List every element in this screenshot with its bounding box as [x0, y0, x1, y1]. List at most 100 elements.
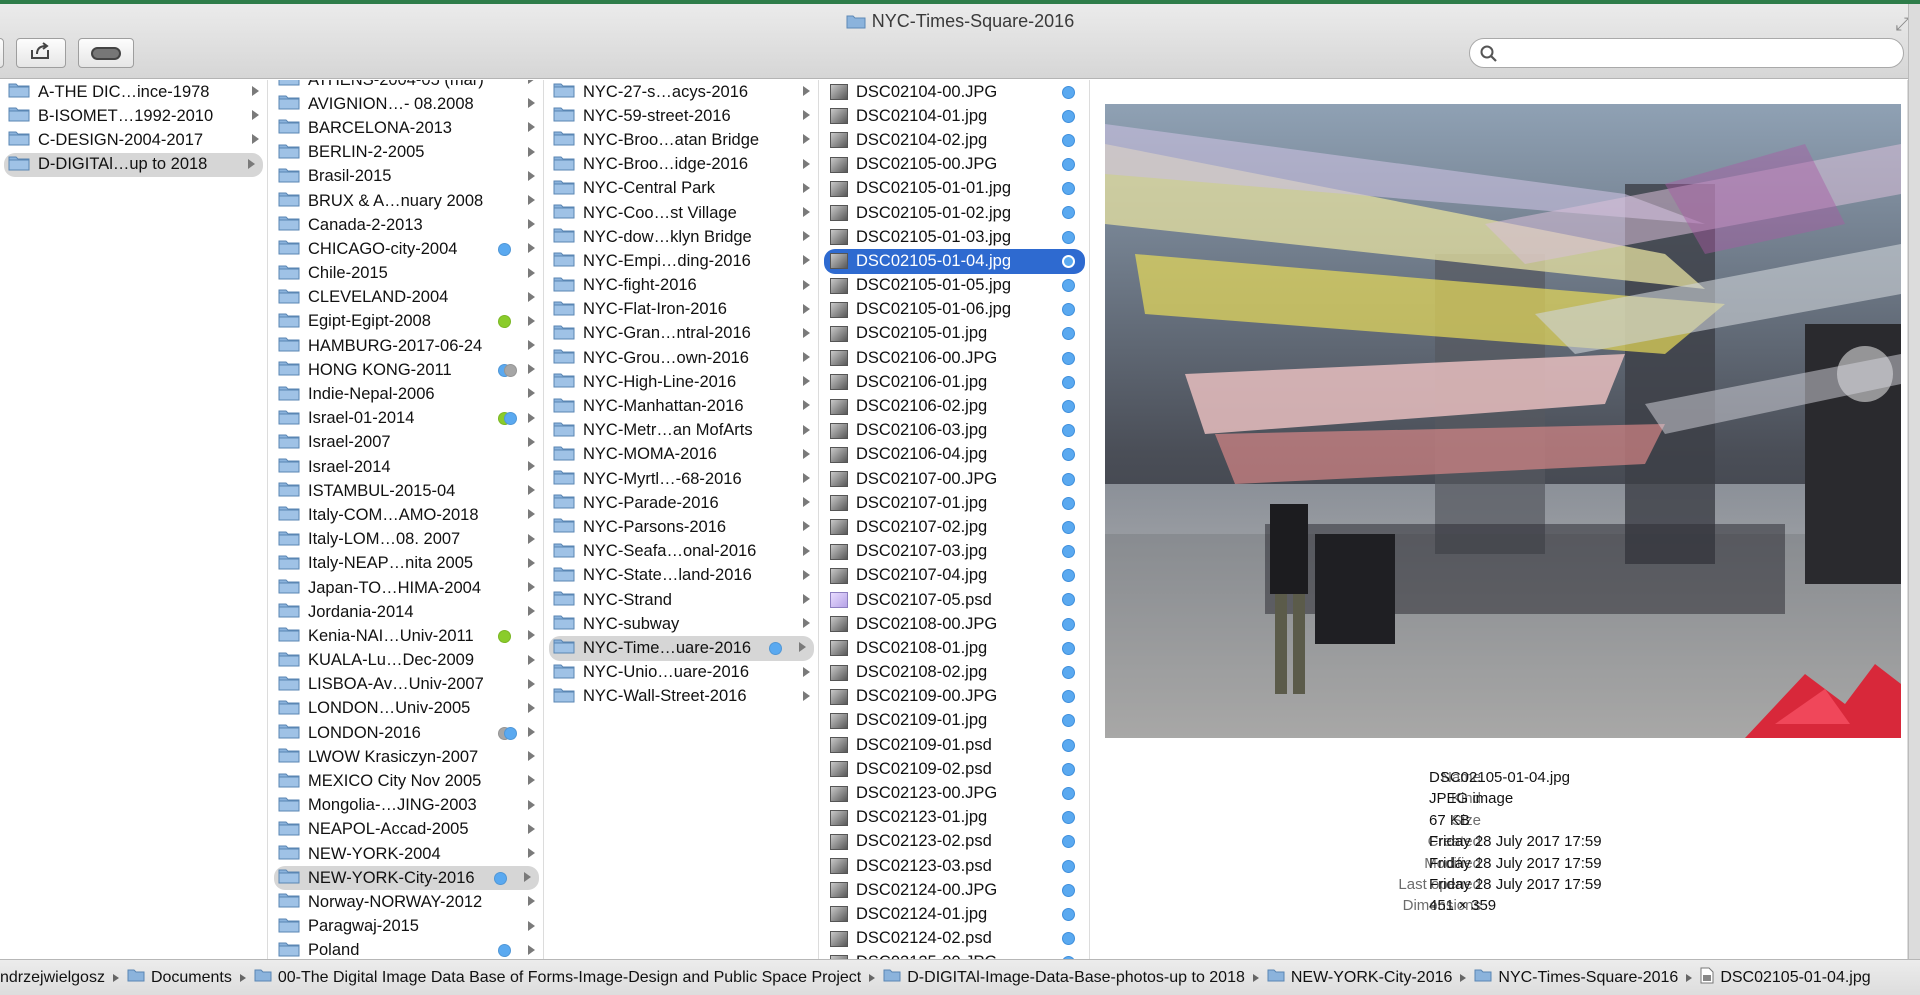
folder-item[interactable]: NYC-fight-2016 — [545, 274, 818, 298]
folder-item[interactable]: NYC-Myrtl…-68-2016 — [545, 467, 818, 491]
tag-button[interactable] — [78, 38, 134, 68]
folder-item[interactable]: LWOW Krasiczyn-2007 — [270, 745, 543, 769]
path-crumb[interactable]: ndrzejwielgosz — [0, 969, 127, 987]
file-item[interactable]: DSC02106-02.jpg — [820, 394, 1089, 418]
folder-item[interactable]: NYC-Empi…ding-2016 — [545, 249, 818, 273]
folder-item[interactable]: LONDON…Univ-2005 — [270, 697, 543, 721]
folder-item[interactable]: ATHENS-2004-05 (mar) — [270, 80, 543, 92]
folder-item[interactable]: NYC-MOMA-2016 — [545, 443, 818, 467]
search-field[interactable] — [1469, 38, 1904, 68]
folder-item[interactable]: NYC-59-street-2016 — [545, 104, 818, 128]
folder-item[interactable]: NYC-High-Line-2016 — [545, 370, 818, 394]
folder-item[interactable]: BRUX & A…nuary 2008 — [270, 189, 543, 213]
file-item[interactable]: DSC02109-02.psd — [820, 757, 1089, 781]
folder-item[interactable]: B-ISOMET…1992-2010 — [0, 104, 267, 128]
folder-item[interactable]: CHICAGO-city-2004 — [270, 237, 543, 261]
folder-item[interactable]: LISBOA-Av…Univ-2007 — [270, 673, 543, 697]
browser-column-4[interactable]: DSC02104-00.JPG DSC02104-01.jpg DSC02104-0… — [820, 80, 1090, 960]
folder-item[interactable]: NYC-Central Park — [545, 177, 818, 201]
path-crumb[interactable]: Documents — [127, 968, 254, 987]
file-item[interactable]: DSC02105-01-03.jpg — [820, 225, 1089, 249]
file-item[interactable]: DSC02105-01.jpg — [820, 322, 1089, 346]
folder-item[interactable]: LONDON-2016 — [270, 721, 543, 745]
folder-item[interactable]: NYC-27-s…acys-2016 — [545, 80, 818, 104]
file-item[interactable]: DSC02123-03.psd — [820, 854, 1089, 878]
folder-item[interactable]: NYC-Time…uare-2016 — [549, 636, 814, 661]
folder-item[interactable]: KUALA-Lu…Dec-2009 — [270, 649, 543, 673]
folder-item[interactable]: NEW-YORK-City-2016 — [274, 866, 539, 891]
folder-item[interactable]: Poland — [270, 939, 543, 960]
folder-item[interactable]: A-THE DIC…ince-1978 — [0, 80, 267, 104]
folder-item[interactable]: NYC-Grou…own-2016 — [545, 346, 818, 370]
folder-item[interactable]: Kenia-NAI…Univ-2011 — [270, 624, 543, 648]
folder-item[interactable]: NYC-Broo…idge-2016 — [545, 153, 818, 177]
file-item[interactable]: DSC02107-02.jpg — [820, 515, 1089, 539]
folder-item[interactable]: D-DIGITAl…up to 2018 — [4, 152, 263, 177]
folder-item[interactable]: NYC-Gran…ntral-2016 — [545, 322, 818, 346]
path-crumb[interactable]: 00-The Digital Image Data Base of Forms-… — [254, 968, 883, 987]
folder-item[interactable]: Israel-2007 — [270, 431, 543, 455]
file-item[interactable]: DSC02105-00.JPG — [820, 153, 1089, 177]
folder-item[interactable]: HAMBURG-2017-06-24 — [270, 334, 543, 358]
file-item[interactable]: DSC02105-01-06.jpg — [820, 298, 1089, 322]
file-item[interactable]: DSC02124-02.psd — [820, 927, 1089, 951]
folder-item[interactable]: Norway-NORWAY-2012 — [270, 890, 543, 914]
file-item[interactable]: DSC02123-02.psd — [820, 830, 1089, 854]
file-item[interactable]: DSC02107-01.jpg — [820, 491, 1089, 515]
folder-item[interactable]: NYC-Wall-Street-2016 — [545, 685, 818, 709]
folder-item[interactable]: NEAPOL-Accad-2005 — [270, 818, 543, 842]
file-item[interactable]: DSC02108-01.jpg — [820, 636, 1089, 660]
file-item[interactable]: DSC02105-01-05.jpg — [820, 274, 1089, 298]
file-item[interactable]: DSC02104-02.jpg — [820, 128, 1089, 152]
path-crumb[interactable]: NYC-Times-Square-2016 — [1474, 968, 1700, 987]
folder-item[interactable]: C-DESIGN-2004-2017 — [0, 128, 267, 152]
folder-item[interactable]: NYC-Manhattan-2016 — [545, 394, 818, 418]
folder-item[interactable]: Indie-Nepal-2006 — [270, 382, 543, 406]
file-item[interactable]: DSC02106-04.jpg — [820, 443, 1089, 467]
file-item[interactable]: DSC02105-01-01.jpg — [820, 177, 1089, 201]
folder-item[interactable]: NYC-Flat-Iron-2016 — [545, 298, 818, 322]
file-item[interactable]: DSC02109-01.jpg — [820, 709, 1089, 733]
file-item[interactable]: DSC02123-00.JPG — [820, 781, 1089, 805]
folder-item[interactable]: NYC-Coo…st Village — [545, 201, 818, 225]
folder-item[interactable]: NYC-Seafa…onal-2016 — [545, 540, 818, 564]
file-item[interactable]: DSC02104-01.jpg — [820, 104, 1089, 128]
folder-item[interactable]: Canada-2-2013 — [270, 213, 543, 237]
folder-item[interactable]: BARCELONA-2013 — [270, 116, 543, 140]
folder-item[interactable]: NYC-Metr…an MofArts — [545, 419, 818, 443]
preview-image[interactable] — [1105, 104, 1901, 738]
folder-item[interactable]: CLEVELAND-2004 — [270, 286, 543, 310]
folder-item[interactable]: BERLIN-2-2005 — [270, 141, 543, 165]
file-item[interactable]: DSC02105-01-02.jpg — [820, 201, 1089, 225]
folder-item[interactable]: NYC-Strand — [545, 588, 818, 612]
folder-item[interactable]: Israel-2014 — [270, 455, 543, 479]
file-item[interactable]: DSC02107-00.JPG — [820, 467, 1089, 491]
folder-item[interactable]: NYC-Unio…uare-2016 — [545, 661, 818, 685]
file-item[interactable]: DSC02108-02.jpg — [820, 661, 1089, 685]
folder-item[interactable]: Italy-COM…AMO-2018 — [270, 503, 543, 527]
folder-item[interactable]: Paragwaj-2015 — [270, 915, 543, 939]
file-item[interactable]: DSC02109-01.psd — [820, 733, 1089, 757]
folder-item[interactable]: Italy-NEAP…nita 2005 — [270, 552, 543, 576]
path-crumb[interactable]: DSC02105-01-04.jpg — [1700, 967, 1871, 989]
file-item[interactable]: DSC02106-00.JPG — [820, 346, 1089, 370]
folder-item[interactable]: NYC-State…land-2016 — [545, 564, 818, 588]
folder-item[interactable]: Italy-LOM…08. 2007 — [270, 528, 543, 552]
browser-column-1[interactable]: A-THE DIC…ince-1978 B-ISOMET…1992-2010 C-D… — [0, 80, 268, 960]
folder-item[interactable]: Jordania-2014 — [270, 600, 543, 624]
file-item[interactable]: DSC02107-04.jpg — [820, 564, 1089, 588]
share-button[interactable] — [16, 38, 66, 68]
folder-item[interactable]: NYC-dow…klyn Bridge — [545, 225, 818, 249]
search-input[interactable] — [1504, 42, 1894, 64]
folder-item[interactable]: Japan-TO…HIMA-2004 — [270, 576, 543, 600]
folder-item[interactable]: NYC-Broo…atan Bridge — [545, 128, 818, 152]
folder-item[interactable]: HONG KONG-2011 — [270, 358, 543, 382]
folder-item[interactable]: NYC-Parsons-2016 — [545, 515, 818, 539]
file-item[interactable]: DSC02108-00.JPG — [820, 612, 1089, 636]
folder-item[interactable]: Chile-2015 — [270, 262, 543, 286]
folder-item[interactable]: Mongolia-…JING-2003 — [270, 794, 543, 818]
file-item[interactable]: DSC02124-01.jpg — [820, 902, 1089, 926]
file-item[interactable]: DSC02104-00.JPG — [820, 80, 1089, 104]
file-item[interactable]: DSC02109-00.JPG — [820, 685, 1089, 709]
browser-column-2[interactable]: ATHENS-2004-05 (mar) AVIGNION…- 08.2008 BA… — [270, 80, 544, 960]
